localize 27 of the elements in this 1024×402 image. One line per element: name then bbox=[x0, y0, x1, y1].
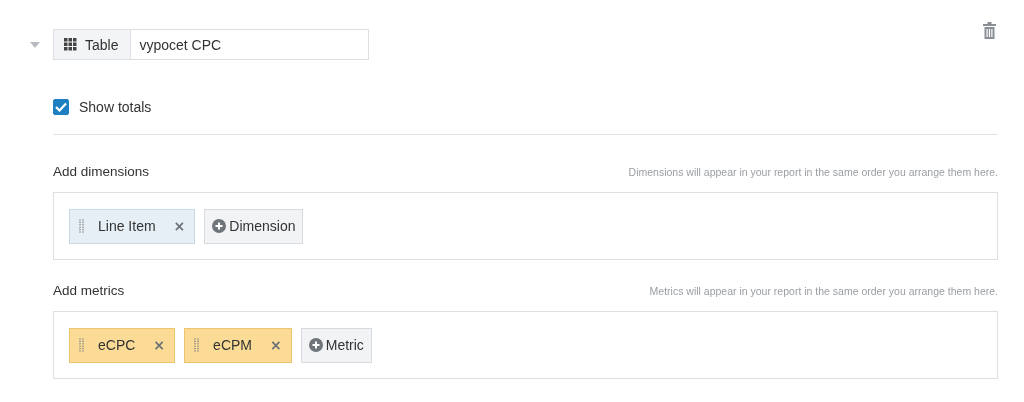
remove-button[interactable]: × bbox=[270, 337, 282, 353]
chip[interactable]: eCPM × bbox=[184, 327, 292, 363]
add-button[interactable]: Metric bbox=[300, 327, 372, 363]
remove-button[interactable]: × bbox=[153, 337, 166, 353]
section-hint: Metrics will appear in your report in the same order you arrange them here. bbox=[649, 285, 998, 297]
chip[interactable]: Line Item × bbox=[69, 208, 196, 244]
chip[interactable]: eCPC × bbox=[69, 327, 176, 363]
chip-label: eCPM bbox=[213, 337, 252, 353]
plus-icon bbox=[212, 219, 227, 233]
chip-label: eCPC bbox=[98, 337, 136, 353]
table-type-label: Table bbox=[53, 29, 132, 60]
drag-handle-icon[interactable] bbox=[79, 219, 84, 233]
grid-icon bbox=[64, 38, 77, 51]
drag-handle-icon[interactable] bbox=[194, 338, 200, 352]
drag-handle-icon[interactable] bbox=[79, 338, 84, 352]
section-title: Add metrics bbox=[53, 283, 125, 298]
plus-icon bbox=[308, 338, 323, 352]
caret-icon[interactable] bbox=[30, 41, 40, 48]
trash-icon[interactable] bbox=[983, 22, 996, 39]
name-field[interactable]: vypocet CPC bbox=[131, 29, 369, 60]
add-button[interactable]: Dimension bbox=[204, 208, 304, 244]
section-hint: Dimensions will appear in your report in the same order you arrange them here. bbox=[628, 166, 998, 178]
chip-label: Line Item bbox=[98, 218, 156, 234]
show-totals-checkbox[interactable] bbox=[53, 99, 69, 115]
show-totals-label: Show totals bbox=[79, 99, 152, 115]
section-title: Add dimensions bbox=[53, 164, 150, 179]
remove-button[interactable]: × bbox=[173, 218, 186, 234]
